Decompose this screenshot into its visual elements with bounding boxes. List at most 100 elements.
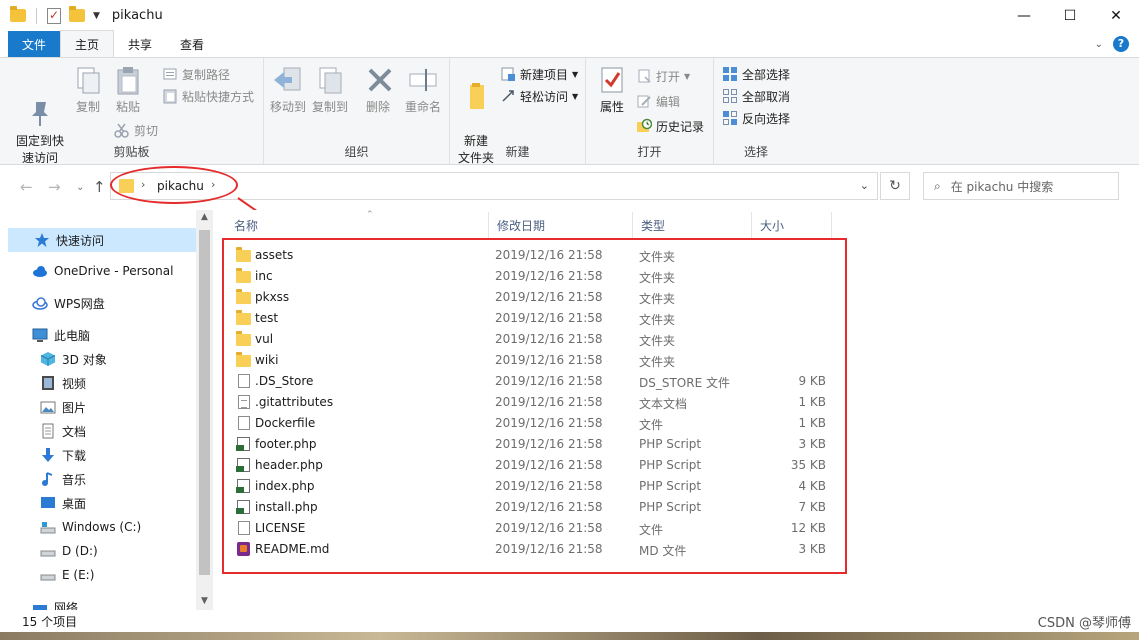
close-button[interactable]: ✕ <box>1093 0 1139 31</box>
column-header-type[interactable]: 类型 <box>633 212 752 238</box>
paste-icon <box>112 64 144 96</box>
new-folder-icon[interactable] <box>69 6 85 22</box>
copy-button[interactable]: 复制 <box>70 64 106 116</box>
dropdown-arrow-icon: ▼ <box>572 69 579 79</box>
select-none-button[interactable]: 全部取消 <box>722 86 790 106</box>
address-bar[interactable]: › pikachu › ⌄ <box>110 172 878 200</box>
search-input[interactable]: ⌕ 在 pikachu 中搜索 <box>923 172 1119 200</box>
watermark: CSDN @琴师傅 <box>1037 616 1131 631</box>
file-type: 文件夹 <box>639 313 676 327</box>
select-all-button[interactable]: 全部选择 <box>722 64 790 84</box>
refresh-button[interactable]: ↻ <box>880 172 910 200</box>
history-button[interactable]: 历史记录 <box>636 116 704 136</box>
picture-icon <box>40 399 56 415</box>
file-row[interactable]: install.php 2019/12/16 21:58 PHP Script 7 K… <box>226 497 841 518</box>
open-button[interactable]: 打开 ▼ <box>636 66 690 86</box>
file-date: 2019/12/16 21:58 <box>495 500 603 514</box>
tab-share[interactable]: 共享 <box>114 31 166 57</box>
file-type: 文件夹 <box>639 355 676 369</box>
nav-item-wps-cloud[interactable]: WPS网盘 <box>32 292 105 314</box>
file-row[interactable]: LICENSE 2019/12/16 21:58 文件 12 KB <box>226 518 841 539</box>
column-header-size[interactable]: 大小 <box>752 212 832 238</box>
file-row[interactable]: assets 2019/12/16 21:58 文件夹 <box>226 245 841 266</box>
nav-item-downloads[interactable]: 下载 <box>40 444 86 466</box>
column-header-date[interactable]: 修改日期 <box>489 212 633 238</box>
chevron-right-icon[interactable]: › <box>211 178 215 191</box>
recent-locations-icon[interactable]: ⌄ <box>76 182 84 193</box>
scroll-down-icon[interactable]: ▼ <box>196 596 213 606</box>
item-count: 15 个项目 <box>22 614 78 629</box>
tab-home[interactable]: 主页 <box>60 30 115 57</box>
copy-to-button[interactable]: 复制到 <box>312 64 348 116</box>
cut-button[interactable]: 剪切 <box>114 120 158 140</box>
file-row[interactable]: inc 2019/12/16 21:58 文件夹 <box>226 266 841 287</box>
paste-button[interactable]: 粘贴 <box>110 64 146 116</box>
breadcrumb-pikachu[interactable]: pikachu <box>157 179 204 193</box>
file-row[interactable]: Dockerfile 2019/12/16 21:58 文件 1 KB <box>226 413 841 434</box>
nav-item-music[interactable]: 音乐 <box>40 468 86 490</box>
file-row[interactable]: header.php 2019/12/16 21:58 PHP Script 35 K… <box>226 455 841 476</box>
file-row[interactable]: vul 2019/12/16 21:58 文件夹 <box>226 329 841 350</box>
properties-button[interactable]: 属性 <box>596 64 628 116</box>
select-group-label: 选择 <box>743 145 768 159</box>
nav-item-this-pc[interactable]: 此电脑 <box>32 324 90 346</box>
file-date: 2019/12/16 21:58 <box>495 479 603 493</box>
nav-item-onedrive[interactable]: OneDrive - Personal <box>32 260 173 282</box>
nav-scrollbar[interactable]: ▲ ▼ <box>196 210 213 610</box>
rename-button[interactable]: 重命名 <box>402 64 444 116</box>
file-list-pane: ⌃ 名称 修改日期 类型 大小 assets 2019/12/16 21:58 文件… <box>213 210 1139 610</box>
copy-path-button[interactable]: 复制路径 <box>162 64 230 84</box>
file-row[interactable]: .gitattributes 2019/12/16 21:58 文本文档 1 KB <box>226 392 841 413</box>
nav-item-videos[interactable]: 视频 <box>40 372 86 394</box>
file-size: 12 KB <box>790 521 826 535</box>
up-arrow-icon[interactable]: ↑ <box>93 178 106 196</box>
scrollbar-thumb[interactable] <box>199 230 210 575</box>
nav-item-drive-e[interactable]: E (E:) <box>40 564 94 586</box>
paste-shortcut-button[interactable]: 粘贴快捷方式 <box>162 86 254 106</box>
chevron-right-icon[interactable]: › <box>141 178 145 191</box>
nav-item-documents[interactable]: 文档 <box>40 420 86 442</box>
nav-item-drive-d[interactable]: D (D:) <box>40 540 98 562</box>
expand-ribbon-icon[interactable]: ⌄ <box>1095 39 1103 50</box>
maximize-button[interactable]: ☐ <box>1047 0 1093 31</box>
file-row[interactable]: .DS_Store 2019/12/16 21:58 DS_STORE 文件 9 KB <box>226 371 841 392</box>
file-type: 文件夹 <box>639 250 676 264</box>
nav-item-3d-objects[interactable]: 3D 对象 <box>40 348 107 370</box>
move-to-button[interactable]: 移动到 <box>270 64 306 116</box>
file-type: 文件 <box>639 418 664 432</box>
file-row[interactable]: test 2019/12/16 21:58 文件夹 <box>226 308 841 329</box>
nav-item-quick-access[interactable]: 快速访问 <box>34 229 104 251</box>
easy-access-icon <box>500 88 516 104</box>
invert-selection-button[interactable]: 反向选择 <box>722 108 790 128</box>
back-arrow-icon[interactable]: ← <box>20 178 33 196</box>
file-type: PHP Script <box>639 479 702 493</box>
nav-item-desktop[interactable]: 桌面 <box>40 492 86 514</box>
chevron-down-icon[interactable]: ⌄ <box>860 179 869 192</box>
tab-file[interactable]: 文件 <box>8 31 61 57</box>
dropdown-arrow-icon: ▼ <box>572 91 579 101</box>
minimize-button[interactable]: — <box>1001 0 1047 31</box>
edit-button[interactable]: 编辑 <box>636 91 680 111</box>
properties-icon[interactable] <box>47 7 61 24</box>
file-row[interactable]: pkxss 2019/12/16 21:58 文件夹 <box>226 287 841 308</box>
nav-item-drive-c[interactable]: Windows (C:) <box>40 516 141 538</box>
tab-view[interactable]: 查看 <box>166 31 218 57</box>
file-row[interactable]: wiki 2019/12/16 21:58 文件夹 <box>226 350 841 371</box>
delete-button[interactable]: 删除 <box>364 64 392 116</box>
nav-item-pictures[interactable]: 图片 <box>40 396 86 418</box>
easy-access-button[interactable]: 轻松访问 ▼ <box>500 86 578 106</box>
file-row[interactable]: footer.php 2019/12/16 21:58 PHP Script 3 KB <box>226 434 841 455</box>
column-header-name[interactable]: ⌃ 名称 <box>226 210 489 238</box>
file-date: 2019/12/16 21:58 <box>495 311 603 325</box>
new-item-button[interactable]: 新建项目 ▼ <box>500 64 578 84</box>
help-icon[interactable]: ? <box>1113 36 1129 52</box>
forward-arrow-icon[interactable]: → <box>48 178 61 196</box>
file-name: .gitattributes <box>255 395 334 409</box>
nav-item-network[interactable]: 网络 <box>32 596 78 610</box>
scroll-up-icon[interactable]: ▲ <box>196 212 213 222</box>
customize-dropdown-icon[interactable]: ▼ <box>93 11 100 21</box>
file-date: 2019/12/16 21:58 <box>495 437 603 451</box>
file-row[interactable]: README.md 2019/12/16 21:58 MD 文件 3 KB <box>226 539 841 560</box>
file-row[interactable]: index.php 2019/12/16 21:58 PHP Script 4 KB <box>226 476 841 497</box>
folder-icon <box>10 6 26 22</box>
